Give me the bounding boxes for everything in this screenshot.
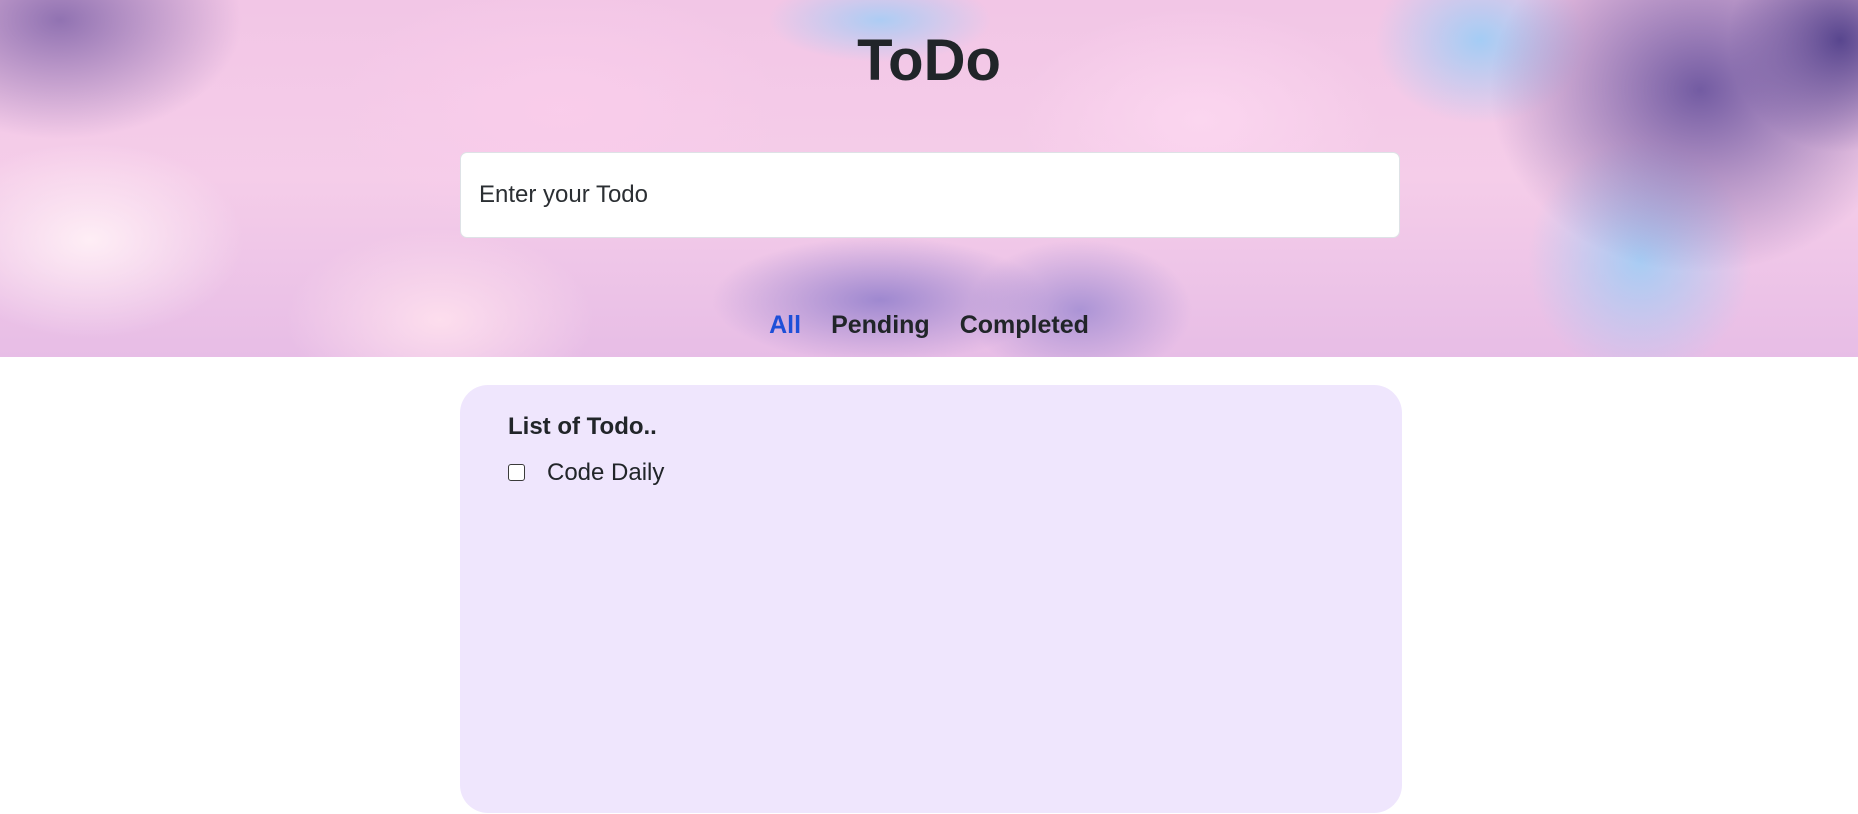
todo-item-label: Code Daily bbox=[547, 459, 665, 486]
tab-completed[interactable]: Completed bbox=[960, 308, 1089, 342]
tab-pending[interactable]: Pending bbox=[831, 308, 930, 342]
tab-all[interactable]: All bbox=[769, 308, 801, 342]
list-heading: List of Todo.. bbox=[508, 413, 657, 440]
filter-tabs: All Pending Completed bbox=[0, 308, 1858, 342]
todo-list-card: List of Todo.. Code Daily bbox=[460, 385, 1402, 813]
todo-input[interactable] bbox=[460, 152, 1400, 238]
page-title: ToDo bbox=[857, 28, 1001, 93]
hero-banner: ToDo All Pending Completed bbox=[0, 0, 1858, 357]
todo-checkbox[interactable] bbox=[508, 463, 525, 481]
list-item: Code Daily bbox=[508, 457, 1354, 489]
